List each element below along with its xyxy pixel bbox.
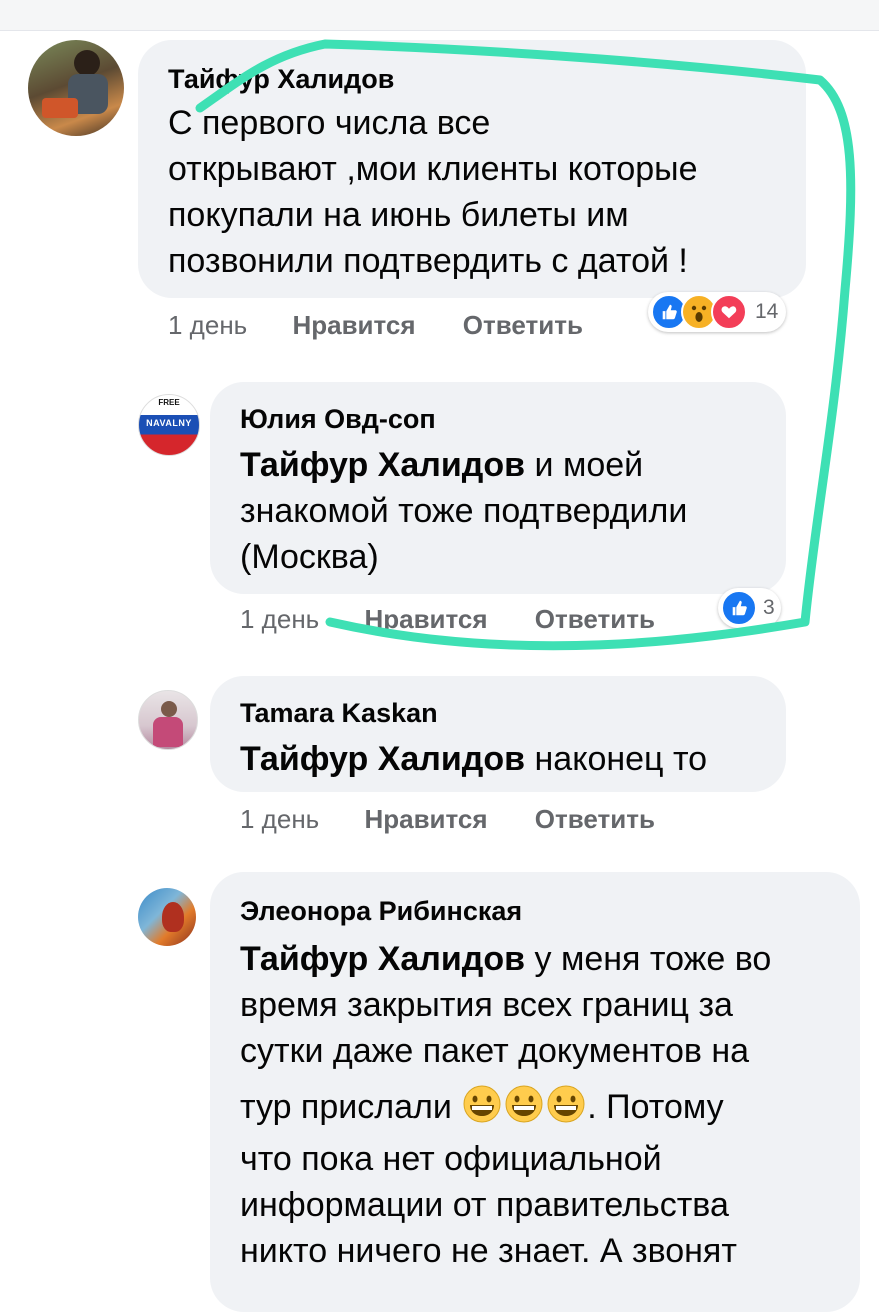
comment-text: С первого числа все открывают ,мои клиен…	[168, 104, 698, 280]
comment-time[interactable]: 1 день	[168, 310, 247, 341]
comment-author[interactable]: Tamara Kaskan	[240, 698, 438, 729]
grinning-face-icon	[546, 1084, 586, 1136]
top-bar	[0, 0, 879, 31]
like-button[interactable]: Нравится	[364, 604, 487, 635]
like-button[interactable]: Нравится	[364, 804, 487, 835]
mention-link[interactable]: Тайфур Халидов	[240, 740, 525, 778]
avatar-text: FREE	[158, 398, 180, 407]
comment-author[interactable]: Тайфур Халидов	[168, 64, 394, 95]
love-icon	[711, 294, 747, 330]
grinning-face-icon	[504, 1084, 544, 1136]
comment-text: Тайфур Халидов у меня тоже во время закр…	[240, 940, 772, 1270]
comment-time[interactable]: 1 день	[240, 604, 319, 635]
reaction-count: 14	[755, 300, 779, 323]
reaction-summary[interactable]: 14	[648, 292, 787, 332]
comment-text: Тайфур Халидов и моей знакомой тоже подт…	[240, 446, 688, 576]
reply-button[interactable]: Ответить	[463, 310, 583, 341]
reaction-count: 3	[763, 596, 775, 619]
comment-time[interactable]: 1 день	[240, 804, 319, 835]
avatar-text: NAVALNY	[146, 418, 192, 428]
comment-author[interactable]: Юлия Овд-соп	[240, 404, 436, 435]
comment-text: Тайфур Халидов наконец то	[240, 740, 708, 778]
comment-actions: 1 день Нравится Ответить	[240, 604, 655, 635]
comment-actions: 1 день Нравится Ответить	[240, 804, 655, 835]
avatar[interactable]	[28, 40, 124, 136]
like-icon	[721, 590, 757, 626]
reply-button[interactable]: Ответить	[535, 604, 655, 635]
avatar[interactable]: FREE NAVALNY	[138, 394, 200, 456]
grinning-face-icon	[462, 1084, 502, 1136]
mention-link[interactable]: Тайфур Халидов	[240, 446, 525, 484]
comment-author[interactable]: Элеонора Рибинская	[240, 896, 522, 927]
comment-actions: 1 день Нравится Ответить	[168, 310, 583, 341]
reaction-summary[interactable]: 3	[718, 588, 781, 628]
mention-link[interactable]: Тайфур Халидов	[240, 940, 525, 978]
reply-button[interactable]: Ответить	[535, 804, 655, 835]
avatar[interactable]	[138, 888, 196, 946]
avatar[interactable]	[138, 690, 198, 750]
like-button[interactable]: Нравится	[292, 310, 415, 341]
